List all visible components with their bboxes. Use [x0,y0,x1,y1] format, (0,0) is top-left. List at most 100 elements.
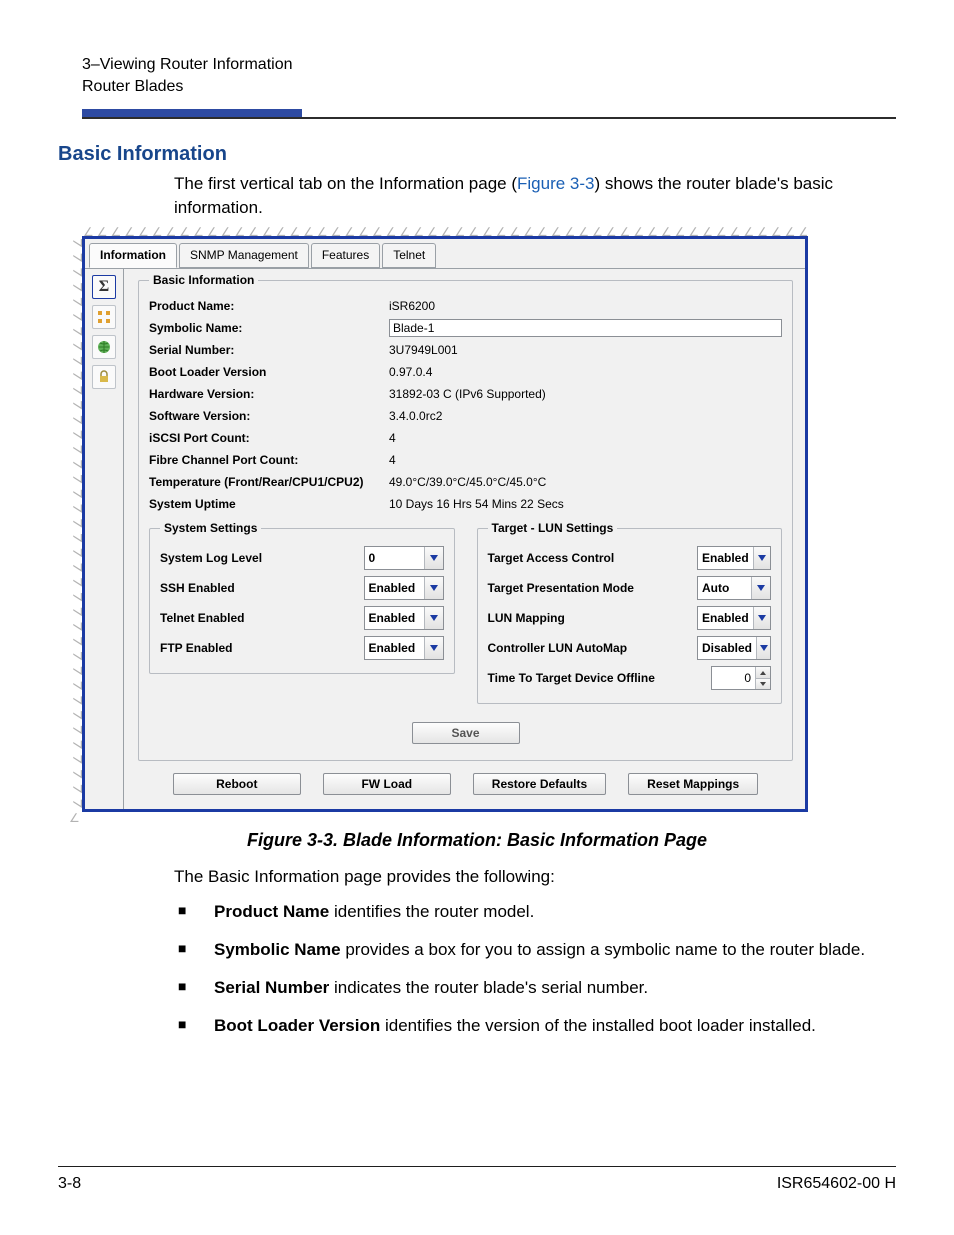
dropdown-text: Enabled [365,607,424,629]
chapter-title: 3–Viewing Router Information [82,54,896,76]
value-serial-number: 3U7949L001 [389,343,782,357]
system-settings-legend: System Settings [160,521,261,535]
spinner-up-icon[interactable] [756,667,770,679]
value-fc-port-count: 4 [389,453,782,467]
label-product-name: Product Name: [149,299,389,313]
chevron-down-icon[interactable] [753,607,770,629]
bullet-list: Product Name identifies the router model… [174,900,896,1039]
fw-load-button[interactable]: FW Load [323,773,451,795]
value-product-name: iSR6200 [389,299,782,313]
dropdown-text: Disabled [698,637,756,659]
chevron-down-icon[interactable] [753,547,770,569]
chevron-down-icon[interactable] [424,577,443,599]
reset-mappings-button[interactable]: Reset Mappings [628,773,758,795]
top-tabstrip: Information SNMP Management Features Tel… [85,239,805,268]
vtab-globe-icon[interactable] [92,335,116,359]
intro-paragraph: The first vertical tab on the Informatio… [174,172,896,220]
crop-tick-corner: ∠ [69,811,80,825]
label-controller-lun-automap: Controller LUN AutoMap [488,641,698,655]
tab-features[interactable]: Features [311,243,380,268]
input-symbolic-name[interactable] [389,319,782,337]
tab-information[interactable]: Information [89,243,177,268]
label-system-uptime: System Uptime [149,497,389,511]
reboot-button[interactable]: Reboot [173,773,301,795]
dropdown-text: Enabled [365,637,424,659]
dropdown-target-access-control[interactable]: Enabled [697,546,771,570]
embedded-screenshot: ∠∠∠∠∠∠∠∠∠∠∠∠∠∠∠∠∠∠∠∠∠∠∠∠∠∠∠∠∠∠∠∠∠∠∠∠∠∠∠∠… [82,236,808,812]
footer-page-number: 3-8 [58,1175,81,1193]
system-settings-group: System Settings System Log Level 0 [149,521,455,674]
value-temperature: 49.0°C/39.0°C/45.0°C/45.0°C [389,475,782,489]
vertical-tab-column: Σ [85,269,124,809]
chevron-down-icon[interactable] [424,637,443,659]
label-telnet-enabled: Telnet Enabled [160,611,364,625]
chevron-down-icon[interactable] [751,577,770,599]
dropdown-target-presentation-mode[interactable]: Auto [697,576,771,600]
list-item: Boot Loader Version identifies the versi… [174,1014,896,1038]
basic-info-legend: Basic Information [149,273,258,287]
dropdown-text: 0 [365,547,424,569]
label-symbolic-name: Symbolic Name: [149,321,389,335]
chevron-down-icon[interactable] [424,607,443,629]
value-system-uptime: 10 Days 16 Hrs 54 Mins 22 Secs [389,497,782,511]
bullet-text: indicates the router blade's serial numb… [329,978,648,997]
crop-ticks-left: ∠∠∠∠∠∠∠∠∠∠∠∠∠∠∠∠∠∠∠∠∠∠∠∠∠∠∠∠∠∠∠∠∠∠∠∠∠∠∠∠… [71,239,85,809]
vtab-grid-icon[interactable] [92,305,116,329]
label-ssh-enabled: SSH Enabled [160,581,364,595]
save-button[interactable]: Save [412,722,520,744]
figure-xref[interactable]: Figure 3-3 [517,174,594,193]
header-rule [82,109,896,119]
label-hardware-version: Hardware Version: [149,387,389,401]
list-item: Symbolic Name provides a box for you to … [174,938,896,962]
intro-pre: The first vertical tab on the Informatio… [174,174,517,193]
bullet-text: identifies the router model. [329,902,534,921]
section-heading: Basic Information [58,143,896,166]
spinner-down-icon[interactable] [756,679,770,690]
dropdown-text: Enabled [698,547,753,569]
after-caption-intro: The Basic Information page provides the … [174,865,896,889]
spinner-time-to-target-offline[interactable]: 0 [711,666,771,690]
restore-defaults-button[interactable]: Restore Defaults [473,773,606,795]
figure-caption: Figure 3-3. Blade Information: Basic Inf… [58,830,896,851]
chevron-down-icon[interactable] [424,547,443,569]
bullet-bold: Serial Number [214,978,329,997]
list-item: Product Name identifies the router model… [174,900,896,924]
label-target-presentation-mode: Target Presentation Mode [488,581,698,595]
label-ftp-enabled: FTP Enabled [160,641,364,655]
dropdown-ssh-enabled[interactable]: Enabled [364,576,444,600]
dropdown-text: Enabled [365,577,424,599]
value-iscsi-port-count: 4 [389,431,782,445]
vtab-sigma-icon[interactable]: Σ [92,275,116,299]
crop-ticks-top: ∠∠∠∠∠∠∠∠∠∠∠∠∠∠∠∠∠∠∠∠∠∠∠∠∠∠∠∠∠∠∠∠∠∠∠∠∠∠∠∠… [83,225,807,239]
dropdown-text: Enabled [698,607,753,629]
dropdown-ftp-enabled[interactable]: Enabled [364,636,444,660]
tab-telnet[interactable]: Telnet [382,243,436,268]
dropdown-telnet-enabled[interactable]: Enabled [364,606,444,630]
label-iscsi-port-count: iSCSI Port Count: [149,431,389,445]
bullet-bold: Product Name [214,902,329,921]
label-boot-loader: Boot Loader Version [149,365,389,379]
label-system-log-level: System Log Level [160,551,364,565]
spinner-value: 0 [712,667,755,689]
list-item: Serial Number indicates the router blade… [174,976,896,1000]
label-temperature: Temperature (Front/Rear/CPU1/CPU2) [149,475,389,489]
label-lun-mapping: LUN Mapping [488,611,698,625]
dropdown-controller-lun-automap[interactable]: Disabled [697,636,771,660]
bullet-bold: Boot Loader Version [214,1016,380,1035]
bullet-text: provides a box for you to assign a symbo… [341,940,865,959]
basic-information-group: Basic Information Product Name:iSR6200 S… [138,273,793,761]
dropdown-system-log-level[interactable]: 0 [364,546,444,570]
bullet-bold: Symbolic Name [214,940,341,959]
dropdown-text: Auto [698,577,751,599]
label-software-version: Software Version: [149,409,389,423]
label-time-to-target-offline: Time To Target Device Offline [488,671,712,685]
footer-doc-id: ISR654602-00 H [777,1175,896,1193]
chevron-down-icon[interactable] [756,637,770,659]
value-software-version: 3.4.0.0rc2 [389,409,782,423]
bullet-text: identifies the version of the installed … [380,1016,816,1035]
vtab-lock-icon[interactable] [92,365,116,389]
value-hardware-version: 31892-03 C (IPv6 Supported) [389,387,782,401]
label-fc-port-count: Fibre Channel Port Count: [149,453,389,467]
dropdown-lun-mapping[interactable]: Enabled [697,606,771,630]
tab-snmp-management[interactable]: SNMP Management [179,243,309,268]
